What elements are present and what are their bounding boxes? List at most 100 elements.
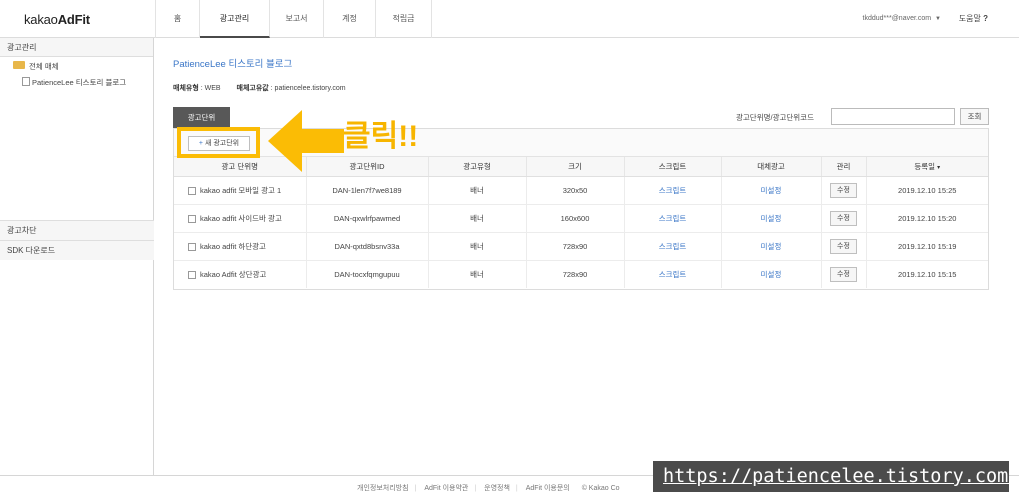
search-button[interactable]: 조회: [960, 108, 989, 125]
sort-caret-icon: ▾: [937, 164, 941, 171]
edit-button[interactable]: 수정: [830, 210, 857, 226]
user-email: tkddud***@naver.com: [862, 15, 932, 22]
page-icon: [22, 77, 30, 86]
cell-type: 배너: [428, 204, 527, 233]
col-header-manage: 관리: [821, 157, 867, 177]
col-header-size: 크기: [526, 157, 625, 177]
page-title: PatienceLee 티스토리 블로그: [173, 59, 293, 70]
col-header-date[interactable]: 등록일 ▾: [866, 157, 988, 177]
media-id-value: : patiencelee.tistory.com: [270, 85, 346, 92]
edit-button[interactable]: 수정: [830, 266, 857, 282]
highlight-box: [177, 127, 260, 158]
footer-copyright: © Kakao Co: [581, 485, 620, 492]
cell-alt-ad: 미설정: [721, 176, 822, 205]
table-row: kakao Adfit 상단광고 DAN-tocxfqmgupuu 배너 728…: [174, 260, 988, 288]
tree-item-blog[interactable]: PatienceLee 티스토리 블로그: [32, 77, 126, 88]
watermark: https://patiencelee.tistory.com/: [653, 461, 1009, 492]
help-icon: ?: [983, 14, 988, 23]
cell-size: 160x600: [526, 204, 625, 233]
media-type-value: : WEB: [200, 85, 221, 92]
table-row: kakao adfit 모바일 광고 1 DAN-1len7f7we8189 배…: [174, 176, 988, 205]
tab-ad-units[interactable]: 광고단위: [173, 107, 230, 128]
cell-size: 728x90: [526, 232, 625, 261]
script-link[interactable]: 스크립트: [659, 214, 687, 223]
cell-manage: 수정: [821, 204, 867, 233]
folder-open-icon: [13, 61, 25, 69]
nav-reports[interactable]: 보고서: [270, 0, 324, 38]
search-input[interactable]: [831, 108, 955, 125]
kakao-adfit-logo[interactable]: kakaoAdFit: [24, 12, 90, 27]
tree-item-all-media[interactable]: 전체 매체: [29, 61, 59, 72]
footer-link-policy[interactable]: 운영정책: [484, 485, 510, 492]
alt-ad-link[interactable]: 미설정: [761, 242, 782, 251]
row-checkbox[interactable]: [188, 242, 196, 251]
footer-link-inquiry[interactable]: AdFit 이용문의: [526, 485, 570, 492]
cell-size: 320x50: [526, 176, 625, 205]
caret-down-icon: ▼: [935, 16, 941, 22]
nav-account[interactable]: 계정: [324, 0, 376, 38]
cell-id: DAN-tocxfqmgupuu: [306, 260, 429, 288]
row-checkbox[interactable]: [188, 186, 196, 195]
search-label: 광고단위명/광고단위코드: [736, 113, 814, 122]
cell-script: 스크립트: [624, 176, 722, 205]
alt-ad-link[interactable]: 미설정: [761, 270, 782, 279]
cell-script: 스크립트: [624, 204, 722, 233]
cell-name: kakao Adfit 상단광고: [174, 260, 307, 288]
cell-date: 2019.12.10 15:25: [866, 176, 988, 205]
cell-manage: 수정: [821, 232, 867, 261]
script-link[interactable]: 스크립트: [659, 242, 687, 251]
click-annotation: 클릭!!: [343, 120, 419, 153]
col-header-script: 스크립트: [624, 157, 722, 177]
footer-divider: |: [515, 485, 518, 492]
nav-ad-management[interactable]: 광고관리: [200, 0, 270, 38]
cell-name: kakao adfit 모바일 광고 1: [174, 176, 307, 205]
nav-home[interactable]: 홈: [156, 0, 200, 38]
footer-links: 개인정보처리방침 | AdFit 이용약관 | 운영정책 | AdFit 이용문의 ©…: [357, 483, 620, 493]
script-link[interactable]: 스크립트: [659, 270, 687, 279]
user-account-menu[interactable]: tkddud***@naver.com ▼: [863, 15, 942, 22]
sidebar: 광고관리 전체 매체 PatienceLee 티스토리 블로그 광고차단 SDK…: [0, 38, 154, 475]
media-id-label: 매체고유값: [236, 85, 269, 92]
media-type-label: 매체유형: [173, 85, 199, 92]
ad-unit-name: kakao adfit 하단광고: [200, 241, 266, 251]
cell-date: 2019.12.10 15:20: [866, 204, 988, 233]
sidebar-section-title: 광고관리: [0, 38, 153, 57]
cell-name: kakao adfit 사이드바 광고: [174, 204, 307, 233]
sidebar-item-sdk-download[interactable]: SDK 다운로드: [0, 240, 154, 260]
cell-date: 2019.12.10 15:19: [866, 232, 988, 261]
row-checkbox[interactable]: [188, 270, 196, 279]
cell-type: 배너: [428, 260, 527, 288]
main-nav: 홈 광고관리 보고서 계정 적립금: [155, 0, 432, 38]
table-row: kakao adfit 사이드바 광고 DAN-qxwlrfpawmed 배너 …: [174, 204, 988, 233]
col-header-type: 광고유형: [428, 157, 527, 177]
sidebar-item-ad-block[interactable]: 광고차단: [0, 220, 154, 240]
cell-alt-ad: 미설정: [721, 260, 822, 288]
alt-ad-link[interactable]: 미설정: [761, 186, 782, 195]
cell-id: DAN-qxwlrfpawmed: [306, 204, 429, 233]
cell-script: 스크립트: [624, 232, 722, 261]
footer-divider: |: [474, 485, 477, 492]
media-meta: 매체유형 : WEB 매체고유값 : patiencelee.tistory.c…: [173, 83, 346, 93]
edit-button[interactable]: 수정: [830, 238, 857, 254]
footer-link-terms[interactable]: AdFit 이용약관: [424, 485, 468, 492]
top-bar: kakaoAdFit 홈 광고관리 보고서 계정 적립금 tkddud***@n…: [0, 0, 1019, 38]
col-header-alt-ad: 대체광고: [721, 157, 822, 177]
script-link[interactable]: 스크립트: [659, 186, 687, 195]
logo-prefix: kakao: [24, 12, 58, 27]
cell-script: 스크립트: [624, 260, 722, 288]
row-checkbox[interactable]: [188, 214, 196, 223]
ad-unit-name: kakao adfit 사이드바 광고: [200, 213, 282, 223]
cell-type: 배너: [428, 176, 527, 205]
footer-link-privacy[interactable]: 개인정보처리방침: [357, 485, 409, 492]
cell-id: DAN-1len7f7we8189: [306, 176, 429, 205]
cell-manage: 수정: [821, 176, 867, 205]
ad-unit-name: kakao Adfit 상단광고: [200, 269, 267, 279]
footer-divider: |: [414, 485, 417, 492]
cell-id: DAN-qxtd8bsnv33a: [306, 232, 429, 261]
help-link[interactable]: 도움말 ?: [959, 13, 988, 24]
ad-unit-table: 광고 단위명 광고단위ID 광고유형 크기 스크립트 대체광고 관리 등록일 ▾…: [174, 157, 988, 288]
nav-reserve-fund[interactable]: 적립금: [376, 0, 432, 38]
alt-ad-link[interactable]: 미설정: [761, 214, 782, 223]
edit-button[interactable]: 수정: [830, 182, 857, 198]
ad-unit-name: kakao adfit 모바일 광고 1: [200, 185, 282, 195]
